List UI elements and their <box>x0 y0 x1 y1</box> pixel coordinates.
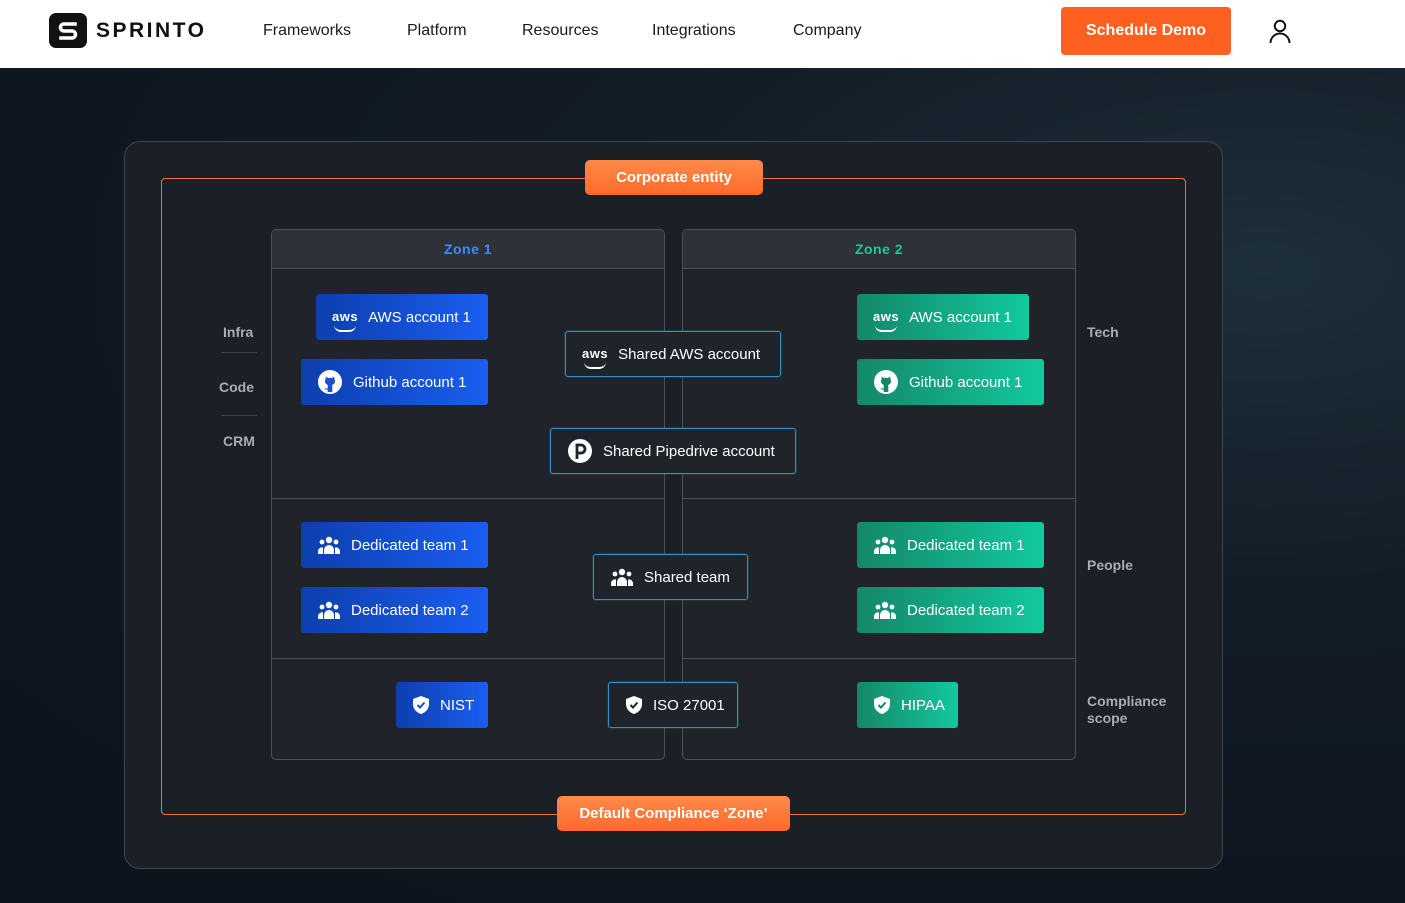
zone-1-dedicated-team-1-chip[interactable]: Dedicated team 1 <box>301 522 488 568</box>
github-icon <box>873 369 899 395</box>
row-label-people: People <box>1087 557 1133 573</box>
shared-pipedrive-account-chip[interactable]: Shared Pipedrive account <box>550 428 796 474</box>
zone-2-title: Zone 2 <box>683 230 1075 269</box>
zone-2-divider-compliance <box>683 658 1075 659</box>
shared-iso-27001-chip[interactable]: ISO 27001 <box>608 682 738 728</box>
github-icon <box>317 369 343 395</box>
default-compliance-zone-label: Default Compliance ‘Zone’ <box>557 796 790 831</box>
row-label-infra: Infra <box>223 324 254 340</box>
chip-label: HIPAA <box>901 696 945 714</box>
row-label-scope: scope <box>1087 710 1128 726</box>
shared-team-chip[interactable]: Shared team <box>593 554 748 600</box>
chip-label: AWS account 1 <box>368 308 471 326</box>
nav-frameworks[interactable]: Frameworks <box>263 22 351 40</box>
corporate-entity-label: Corporate entity <box>585 160 763 195</box>
zone-1-nist-chip[interactable]: NIST <box>396 682 488 728</box>
zone-1-divider-people <box>272 498 664 499</box>
row-label-code: Code <box>219 379 254 395</box>
shield-check-icon <box>412 695 430 715</box>
zone-2-divider-people <box>683 498 1075 499</box>
zone-2-hipaa-chip[interactable]: HIPAA <box>857 682 958 728</box>
schedule-demo-button[interactable]: Schedule Demo <box>1061 7 1231 55</box>
chip-label: NIST <box>440 696 475 714</box>
chip-label: AWS account 1 <box>909 308 1012 326</box>
zone-1-aws-account-chip[interactable]: aws AWS account 1 <box>316 294 488 340</box>
zone-1-dedicated-team-2-chip[interactable]: Dedicated team 2 <box>301 587 488 633</box>
chip-label: Dedicated team 1 <box>907 536 1025 554</box>
row-label-tech: Tech <box>1087 324 1119 340</box>
shared-aws-account-chip[interactable]: aws Shared AWS account <box>565 331 781 377</box>
shield-check-icon <box>625 695 643 715</box>
row-separator <box>221 352 257 353</box>
nav-platform[interactable]: Platform <box>407 22 467 40</box>
nav-resources[interactable]: Resources <box>522 22 598 40</box>
sprinto-logo-icon <box>49 13 87 48</box>
chip-label: Dedicated team 2 <box>907 601 1025 619</box>
chip-label: Shared AWS account <box>618 345 761 363</box>
chip-label: Shared team <box>644 568 730 586</box>
chip-label: Dedicated team 2 <box>351 601 469 619</box>
zone-2-github-account-chip[interactable]: Github account 1 <box>857 359 1044 405</box>
logo-text: SPRINTO <box>96 18 207 42</box>
team-icon <box>873 600 897 620</box>
nav-company[interactable]: Company <box>793 22 861 40</box>
team-icon <box>610 567 634 587</box>
user-account-icon[interactable] <box>1267 18 1293 46</box>
row-label-compliance: Compliance <box>1087 693 1167 709</box>
site-header: SPRINTO Frameworks Platform Resources In… <box>0 0 1405 68</box>
team-icon <box>317 600 341 620</box>
chip-label: ISO 27001 <box>653 696 725 714</box>
chip-label: Dedicated team 1 <box>351 536 469 554</box>
aws-logo-icon: aws <box>873 309 900 332</box>
shield-check-icon <box>873 695 891 715</box>
team-icon <box>317 535 341 555</box>
zone-2-dedicated-team-2-chip[interactable]: Dedicated team 2 <box>857 587 1044 633</box>
zone-1-divider-compliance <box>272 658 664 659</box>
chip-label: Shared Pipedrive account <box>603 442 775 460</box>
row-separator <box>221 415 257 416</box>
nav-integrations[interactable]: Integrations <box>652 22 736 40</box>
logo[interactable]: SPRINTO <box>49 13 206 48</box>
aws-logo-icon: aws <box>332 309 359 332</box>
aws-logo-icon: aws <box>582 346 609 369</box>
zone-2-dedicated-team-1-chip[interactable]: Dedicated team 1 <box>857 522 1044 568</box>
zone-2-aws-account-chip[interactable]: aws AWS account 1 <box>857 294 1029 340</box>
zone-1-title: Zone 1 <box>272 230 664 269</box>
chip-label: Github account 1 <box>909 373 1023 391</box>
zone-1-github-account-chip[interactable]: Github account 1 <box>301 359 488 405</box>
team-icon <box>873 535 897 555</box>
chip-label: Github account 1 <box>353 373 467 391</box>
pipedrive-icon <box>567 438 593 464</box>
row-label-crm: CRM <box>223 433 255 449</box>
